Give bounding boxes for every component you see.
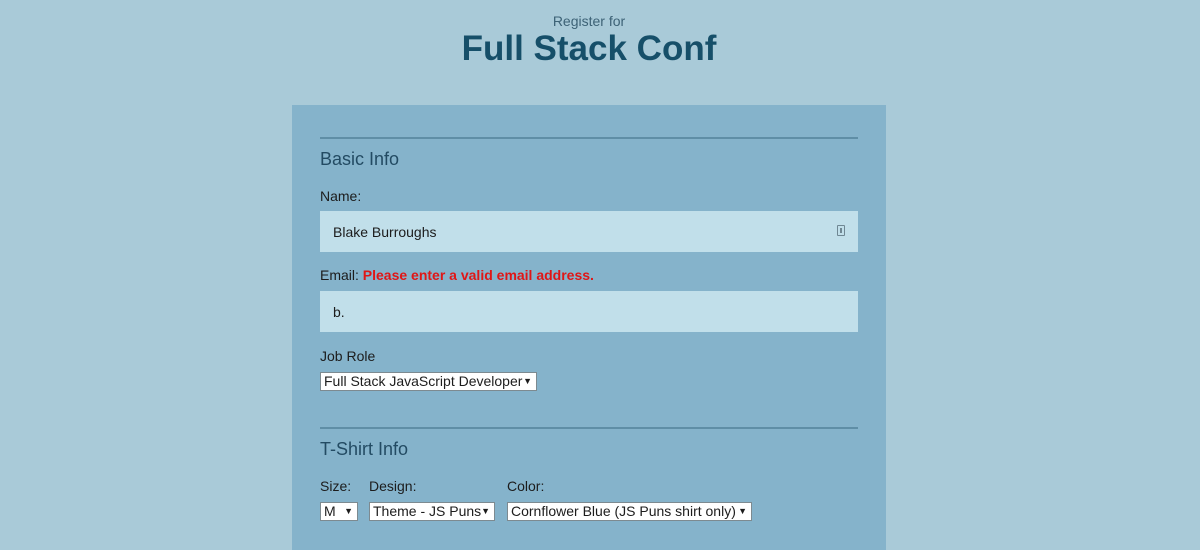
job-role-label: Job Role — [320, 348, 376, 364]
design-selected: Theme - JS Puns — [373, 503, 482, 519]
chevron-down-icon: ▼ — [523, 376, 532, 386]
tshirt-info-heading: T-Shirt Info — [320, 439, 409, 459]
registration-form: Basic Info Name: Blake Burroughs Email: … — [292, 105, 886, 550]
basic-info-heading: Basic Info — [320, 149, 400, 169]
email-input[interactable]: b. — [320, 291, 858, 332]
autofill-icon[interactable] — [837, 225, 845, 236]
name-label: Name: — [320, 188, 362, 204]
job-role-select[interactable]: Full Stack JavaScript Developer ▼ — [320, 372, 537, 391]
email-label: Email: — [320, 267, 359, 283]
section-divider — [320, 137, 858, 139]
name-input-value: Blake Burroughs — [333, 224, 437, 240]
email-error-message: Please enter a valid email address. — [362, 267, 594, 283]
name-input[interactable]: Blake Burroughs — [320, 211, 858, 252]
size-label: Size: — [320, 478, 352, 494]
page-title: Full Stack Conf — [461, 29, 717, 68]
color-select[interactable]: Cornflower Blue (JS Puns shirt only) ▼ — [507, 502, 752, 521]
chevron-down-icon: ▼ — [481, 506, 490, 516]
size-select[interactable]: M ▼ — [320, 502, 358, 521]
chevron-down-icon: ▼ — [344, 506, 353, 516]
design-label: Design: — [369, 478, 417, 494]
email-input-value: b. — [333, 304, 345, 320]
size-selected: M — [324, 503, 336, 519]
design-select[interactable]: Theme - JS Puns ▼ — [369, 502, 495, 521]
chevron-down-icon: ▼ — [738, 506, 747, 516]
section-divider — [320, 427, 858, 429]
email-label-row: Email: Please enter a valid email addres… — [320, 267, 594, 283]
job-role-selected: Full Stack JavaScript Developer — [324, 373, 523, 389]
page-subtitle: Register for — [552, 13, 626, 29]
color-selected: Cornflower Blue (JS Puns shirt only) — [511, 503, 736, 519]
color-label: Color: — [507, 478, 545, 494]
